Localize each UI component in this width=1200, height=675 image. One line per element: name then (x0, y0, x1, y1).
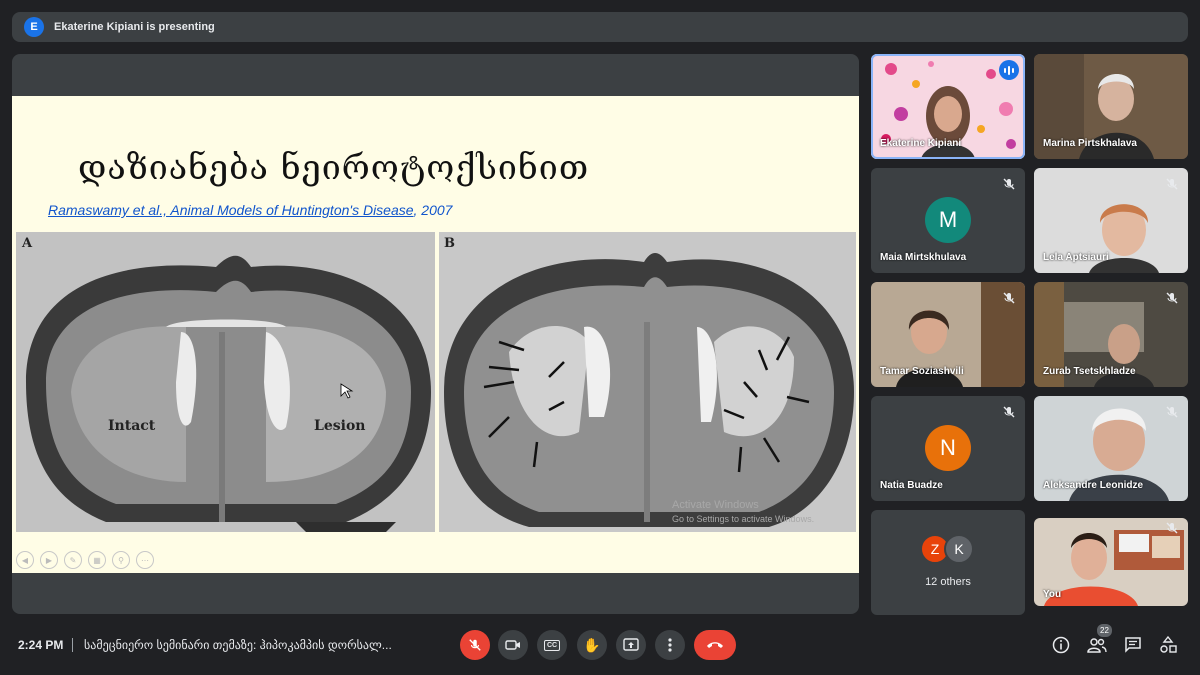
mic-off-icon (1003, 406, 1015, 418)
participant-tile-lela[interactable]: Lela Aptsiauri (1034, 168, 1188, 273)
participants-count-badge: 22 (1097, 624, 1112, 637)
raise-hand-button[interactable]: ✋ (577, 630, 607, 660)
meeting-details-button[interactable] (1051, 635, 1071, 655)
meeting-title: სამეცნიერო სემინარი თემაზე: ჰიპოკამპის დ… (84, 638, 392, 652)
participant-name: Lela Aptsiauri (1043, 252, 1109, 263)
brain-section-a-figure: A Intact Lesion (16, 232, 435, 532)
watermark-line-1: Activate Windows (672, 499, 759, 511)
others-count-label: 12 others (925, 576, 971, 588)
hand-icon: ✋ (583, 636, 601, 653)
meeting-clock: 2:24 PM (18, 638, 64, 652)
shapes-icon (1160, 636, 1177, 653)
participant-name: Aleksandre Leonidze (1043, 480, 1144, 491)
panel-a-label: A (21, 236, 33, 251)
participant-tile-aleksandre[interactable]: Aleksandre Leonidze (1034, 396, 1188, 501)
prev-slide-icon[interactable]: ◀ (16, 551, 34, 569)
avatar: N (925, 425, 971, 471)
brain-section-image-a: A Intact Lesion (16, 232, 435, 532)
citation-link[interactable]: Ramaswamy et al., Animal Models of Hunti… (48, 202, 414, 218)
pen-icon[interactable]: ✎ (64, 551, 82, 569)
participant-tile-you[interactable]: You (1034, 518, 1188, 606)
speaking-indicator-icon (999, 60, 1019, 80)
camera-icon (505, 640, 520, 650)
others-tile[interactable]: Z K 12 others (871, 510, 1025, 615)
presenter-avatar: E (24, 17, 44, 37)
bottom-toolbar: 2:24 PM სამეცნიერო სემინარი თემაზე: ჰიპო… (0, 622, 1200, 675)
participant-name: You (1043, 589, 1062, 600)
panel-b-label: B (444, 236, 455, 251)
presentation-stage: დაზიანება ნეიროტოქსინით Ramaswamy et al.… (12, 54, 859, 614)
people-icon (1087, 638, 1107, 653)
mic-off-icon (1166, 178, 1178, 190)
slide-citation: Ramaswamy et al., Animal Models of Hunti… (48, 202, 452, 218)
mic-off-icon (1003, 292, 1015, 304)
participant-name: Tamar Soziashvili (880, 366, 964, 377)
more-vert-icon (668, 638, 672, 652)
participant-tile-tamar[interactable]: Tamar Soziashvili (871, 282, 1025, 387)
captions-icon: CC (543, 639, 561, 651)
chat-icon (1125, 637, 1141, 653)
mic-off-icon (1166, 406, 1178, 418)
more-options-button[interactable] (655, 630, 685, 660)
mic-off-icon (1166, 522, 1178, 534)
participant-tile-marina[interactable]: Marina Pirtskhalava (1034, 54, 1188, 159)
chat-button[interactable] (1123, 635, 1143, 655)
participants-button[interactable] (1087, 635, 1107, 655)
participant-name: Maia Mirtskhulava (880, 252, 967, 263)
slide-title: დაზიანება ნეიროტოქსინით (78, 148, 590, 188)
participant-tile-natia[interactable]: N Natia Buadze (871, 396, 1025, 501)
mic-off-icon (1003, 178, 1015, 190)
divider (72, 638, 73, 652)
participant-name: Natia Buadze (880, 480, 943, 491)
participant-name: Zurab Tsetskhladze (1043, 366, 1136, 377)
mic-off-icon (1166, 292, 1178, 304)
avatar: M (925, 197, 971, 243)
present-screen-icon (623, 638, 639, 651)
citation-year: , 2007 (413, 202, 453, 218)
participant-tile-maia[interactable]: M Maia Mirtskhulava (871, 168, 1025, 273)
toggle-camera-button[interactable] (498, 630, 528, 660)
leave-call-button[interactable] (694, 630, 736, 660)
others-avatars: Z K (920, 534, 974, 564)
participant-name: Ekaterine Kipiani (880, 138, 962, 149)
participant-tile-ekaterine[interactable]: Ekaterine Kipiani (871, 54, 1025, 159)
present-now-button[interactable] (616, 630, 646, 660)
slide-controls: ◀ ▶ ✎ ▦ ⚲ ⋯ (16, 551, 154, 569)
zoom-icon[interactable]: ⚲ (112, 551, 130, 569)
hang-up-icon (707, 642, 723, 648)
captions-button[interactable]: CC (537, 630, 567, 660)
brain-section-b-figure: B Activate Windows Go to Settings to act… (439, 232, 856, 532)
activities-button[interactable] (1158, 635, 1178, 655)
presenting-text: Ekaterine Kipiani is presenting (54, 21, 215, 33)
participant-tile-zurab[interactable]: Zurab Tsetskhladze (1034, 282, 1188, 387)
lesion-label: Lesion (314, 418, 365, 434)
watermark-line-2: Go to Settings to activate Windows. (672, 514, 814, 524)
slides-icon[interactable]: ▦ (88, 551, 106, 569)
more-icon[interactable]: ⋯ (136, 551, 154, 569)
avatar: K (944, 534, 974, 564)
brain-section-image-b: B Activate Windows Go to Settings to act… (439, 232, 856, 532)
next-slide-icon[interactable]: ▶ (40, 551, 58, 569)
toggle-mic-button[interactable] (460, 630, 490, 660)
participant-name: Marina Pirtskhalava (1043, 138, 1137, 149)
mic-off-icon (469, 639, 481, 651)
info-icon (1052, 636, 1070, 654)
shared-slide: დაზიანება ნეიროტოქსინით Ramaswamy et al.… (12, 96, 859, 573)
presenting-banner: E Ekaterine Kipiani is presenting (12, 12, 1188, 42)
intact-label: Intact (108, 418, 156, 434)
